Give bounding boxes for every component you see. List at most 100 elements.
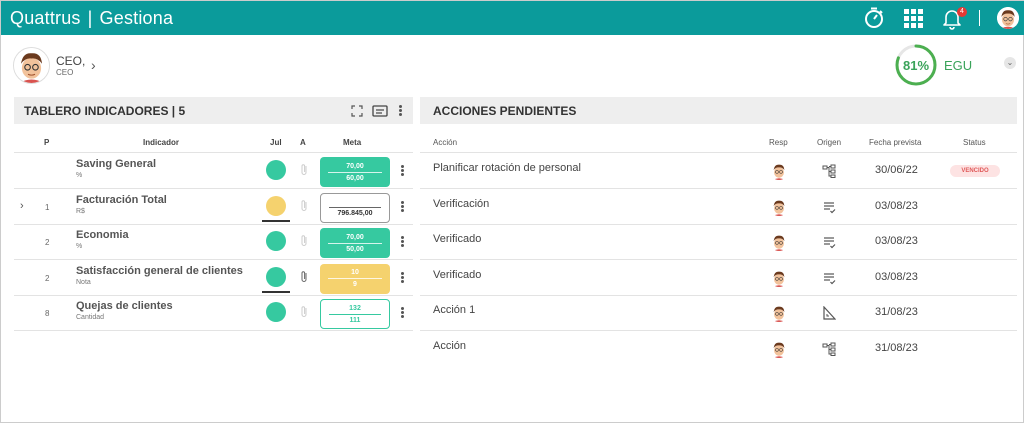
status-dot[interactable] xyxy=(266,266,286,287)
indicator-unit: % xyxy=(76,172,83,179)
checklist-icon[interactable] xyxy=(822,235,836,249)
action-name[interactable]: Planificar rotación de personal xyxy=(433,162,581,174)
presentation-icon[interactable] xyxy=(372,104,388,117)
avatar-face-icon xyxy=(14,48,49,83)
responsible-avatar[interactable] xyxy=(770,233,788,251)
col-resp: Resp xyxy=(769,138,788,147)
avatar-face-icon xyxy=(770,197,788,216)
action-name[interactable]: Verificación xyxy=(433,198,489,210)
due-date: 31/08/23 xyxy=(875,306,918,318)
responsible-avatar[interactable] xyxy=(770,162,788,180)
indicator-row[interactable]: 8 Quejas de clientes Cantidad 132 111 xyxy=(14,296,413,331)
row-menu-icon[interactable] xyxy=(400,306,404,320)
user-role: CEO xyxy=(56,68,74,77)
responsible-avatar[interactable] xyxy=(770,197,788,216)
checklist-icon[interactable] xyxy=(822,271,836,285)
chevron-right-icon[interactable]: › xyxy=(91,57,96,73)
goal-cell[interactable]: 70,00 50,00 xyxy=(320,228,390,258)
row-priority: 2 xyxy=(45,238,50,247)
hierarchy-icon[interactable] xyxy=(822,164,836,178)
indicator-row[interactable]: › 1 Facturación Total R$ 796.845,00 xyxy=(14,190,413,225)
chevron-down-icon[interactable]: ⌄ xyxy=(1004,57,1016,69)
avatar-face-icon xyxy=(770,162,788,180)
goal-cell[interactable]: 10 9 xyxy=(320,263,390,294)
due-date: 30/06/22 xyxy=(875,164,918,176)
goal-actual: 60,00 xyxy=(328,171,382,184)
brand-name: Quattrus xyxy=(10,7,81,28)
status-dot[interactable] xyxy=(266,160,286,180)
indicator-name[interactable]: Saving General xyxy=(76,158,156,170)
header-divider xyxy=(979,10,980,26)
indicator-name[interactable]: Quejas de clientes xyxy=(76,300,173,312)
triangle-ruler-icon[interactable] xyxy=(822,305,837,320)
goal-cell[interactable]: 132 111 xyxy=(320,299,390,329)
due-date: 03/08/23 xyxy=(875,270,918,283)
indicator-row[interactable]: Saving General% 70,00 60,00 xyxy=(14,154,413,189)
panel-menu-icon[interactable] xyxy=(398,104,402,118)
due-date: 31/08/23 xyxy=(875,341,918,354)
goal-actual: 50,00 xyxy=(328,242,382,255)
divider xyxy=(14,152,413,153)
row-divider xyxy=(14,330,413,331)
action-row[interactable]: Acción 31/08/23 xyxy=(420,332,1017,367)
action-row[interactable]: Verificado 03/08/23 xyxy=(420,261,1017,296)
attachment-icon[interactable] xyxy=(300,199,308,215)
hierarchy-icon[interactable] xyxy=(822,342,836,356)
app-brand[interactable]: Quattrus | Gestiona xyxy=(10,8,173,29)
action-row[interactable]: Verificado 03/08/23 xyxy=(420,225,1017,260)
action-name[interactable]: Acción 1 xyxy=(433,304,475,316)
status-dot[interactable] xyxy=(266,195,286,216)
action-row[interactable]: Acción 1 31/08/23 xyxy=(420,296,1017,331)
goal-actual: 796.845,00 xyxy=(329,207,381,219)
apps-grid-icon[interactable] xyxy=(901,6,925,30)
indicator-unit: Cantidad xyxy=(76,314,105,321)
indicator-name[interactable]: Facturación Total xyxy=(76,194,167,206)
user-profile[interactable]: CEO, CEO › xyxy=(13,47,96,84)
attachment-icon[interactable] xyxy=(300,163,308,179)
fullscreen-icon[interactable] xyxy=(351,104,363,117)
expand-row-icon[interactable]: › xyxy=(20,200,24,212)
action-row[interactable]: Verificación 03/08/23 xyxy=(420,190,1017,225)
score-unit: EGU xyxy=(944,58,973,73)
attachment-icon[interactable] xyxy=(300,305,308,321)
due-date: 03/08/23 xyxy=(875,235,918,247)
indicator-row[interactable]: 2 Economia% 70,00 50,00 xyxy=(14,225,413,260)
actions-panel-title: ACCIONES PENDIENTES xyxy=(433,103,577,118)
checklist-icon[interactable] xyxy=(822,200,836,214)
responsible-avatar[interactable] xyxy=(770,339,788,358)
stopwatch-icon[interactable] xyxy=(862,6,886,30)
indicator-name[interactable]: Economia xyxy=(76,229,129,241)
status-dot[interactable] xyxy=(266,302,286,322)
user-info: CEO, CEO xyxy=(50,54,85,77)
selected-underline xyxy=(262,290,290,293)
brand-separator: | xyxy=(87,7,93,28)
responsible-avatar[interactable] xyxy=(770,268,788,287)
attachment-icon[interactable] xyxy=(300,270,308,286)
col-date: Fecha prevista xyxy=(869,138,922,147)
due-date: 03/08/23 xyxy=(875,199,918,212)
status-dot[interactable] xyxy=(266,231,286,251)
goal-cell[interactable]: 796.845,00 xyxy=(320,192,390,223)
indicator-row[interactable]: 2 Satisfacción general de clientes Nota 10 9 xyxy=(14,261,413,296)
attachment-icon[interactable] xyxy=(300,234,308,250)
goal-target: 132 xyxy=(349,304,361,312)
header-avatar[interactable] xyxy=(997,7,1019,29)
goal-cell[interactable]: 70,00 60,00 xyxy=(320,157,390,187)
indicator-unit: R$ xyxy=(76,207,85,215)
row-priority: 8 xyxy=(45,309,50,318)
row-menu-icon[interactable] xyxy=(400,235,404,249)
action-name[interactable]: Verificado xyxy=(433,269,481,281)
indicator-name[interactable]: Satisfacción general de clientes xyxy=(76,265,243,277)
action-name[interactable]: Verificado xyxy=(433,233,481,245)
action-name[interactable]: Acción xyxy=(433,340,466,352)
col-goal: Meta xyxy=(343,138,362,147)
responsible-avatar[interactable] xyxy=(770,304,788,322)
col-origin: Origen xyxy=(817,138,842,147)
goal-target xyxy=(321,196,389,207)
row-menu-icon[interactable] xyxy=(400,271,404,285)
avatar-face-icon xyxy=(997,7,1019,29)
action-row[interactable]: Planificar rotación de personal 30/06/22 V… xyxy=(420,154,1017,189)
goal-actual: 9 xyxy=(328,278,382,290)
row-menu-icon[interactable] xyxy=(400,164,404,178)
row-menu-icon[interactable] xyxy=(400,200,404,214)
